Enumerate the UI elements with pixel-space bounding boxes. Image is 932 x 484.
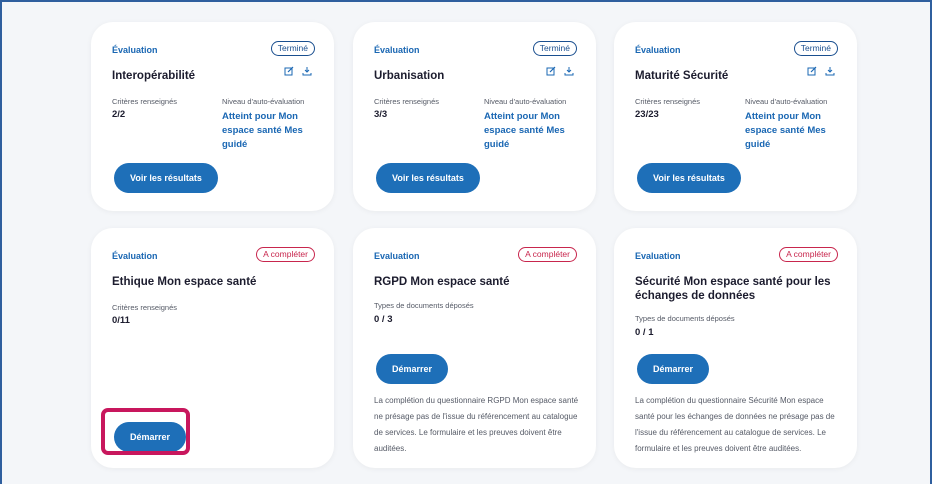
view-results-button[interactable]: Voir les résultats bbox=[376, 163, 480, 193]
start-button[interactable]: Démarrer bbox=[376, 354, 449, 384]
criteria-value: 0/11 bbox=[112, 315, 130, 326]
card-title: Maturité Sécurité bbox=[635, 70, 729, 82]
documents-value: 0 / 3 bbox=[374, 314, 393, 325]
level-label: Niveau d'auto-évaluation bbox=[222, 97, 305, 106]
card-title: Sécurité Mon espace santé pour les échan… bbox=[635, 276, 831, 302]
documents-label: Types de documents déposés bbox=[374, 301, 474, 310]
criteria-label: Critères renseignés bbox=[635, 97, 701, 106]
evaluation-label: Évaluation bbox=[112, 251, 158, 261]
evaluation-label: Evaluation bbox=[635, 251, 681, 261]
evaluation-label: Evaluation bbox=[374, 251, 420, 261]
status-badge: A compléter bbox=[518, 247, 577, 262]
card-title: Urbanisation bbox=[374, 70, 445, 82]
criteria-value: 3/3 bbox=[374, 109, 388, 120]
level-label: Niveau d'auto-évaluation bbox=[484, 97, 567, 106]
status-badge: Terminé bbox=[532, 41, 577, 56]
level-value: Atteint pour Mon espace santé Mes guidé bbox=[484, 111, 565, 150]
criteria-label: Critères renseignés bbox=[112, 97, 178, 106]
disclaimer-note: La complétion du questionnaire RGPD Mon … bbox=[374, 396, 579, 453]
status-badge: Terminé bbox=[270, 41, 315, 56]
evaluation-card-maturite-securite: Évaluation Terminé Maturité Sécurité Cri… bbox=[614, 22, 857, 211]
card-title: Ethique Mon espace santé bbox=[112, 276, 257, 288]
card-title: RGPD Mon espace santé bbox=[374, 276, 510, 288]
view-results-button[interactable]: Voir les résultats bbox=[114, 163, 218, 193]
criteria-value: 2/2 bbox=[112, 109, 126, 120]
criteria-label: Critères renseignés bbox=[112, 303, 178, 312]
disclaimer-note: La complétion du questionnaire Sécurité … bbox=[635, 396, 835, 453]
status-badge: Terminé bbox=[793, 41, 838, 56]
level-value: Atteint pour Mon espace santé Mes guidé bbox=[745, 111, 826, 150]
criteria-label: Critères renseignés bbox=[374, 97, 440, 106]
evaluation-card-securite-echanges: Evaluation A compléter Sécurité Mon espa… bbox=[614, 228, 857, 468]
status-badge: A compléter bbox=[779, 247, 838, 262]
start-button[interactable]: Démarrer bbox=[637, 354, 710, 384]
evaluation-card-urbanisation: Évaluation Terminé Urbanisation Critères… bbox=[353, 22, 596, 211]
criteria-value: 23/23 bbox=[635, 109, 659, 120]
card-title: Interopérabilité bbox=[112, 70, 196, 82]
evaluation-label: Évaluation bbox=[374, 45, 420, 55]
evaluation-label: Évaluation bbox=[112, 45, 158, 55]
view-results-button[interactable]: Voir les résultats bbox=[637, 163, 741, 193]
documents-label: Types de documents déposés bbox=[635, 314, 735, 323]
level-label: Niveau d'auto-évaluation bbox=[745, 97, 828, 106]
documents-value: 0 / 1 bbox=[635, 327, 654, 338]
highlight-box bbox=[101, 408, 190, 455]
status-badge: A compléter bbox=[256, 247, 315, 262]
evaluation-card-interoperabilite: Évaluation Terminé Interopérabilité Crit… bbox=[91, 22, 334, 211]
level-value: Atteint pour Mon espace santé Mes guidé bbox=[222, 111, 303, 150]
evaluation-label: Évaluation bbox=[635, 45, 681, 55]
evaluation-card-rgpd: Evaluation A compléter RGPD Mon espace s… bbox=[353, 228, 596, 468]
